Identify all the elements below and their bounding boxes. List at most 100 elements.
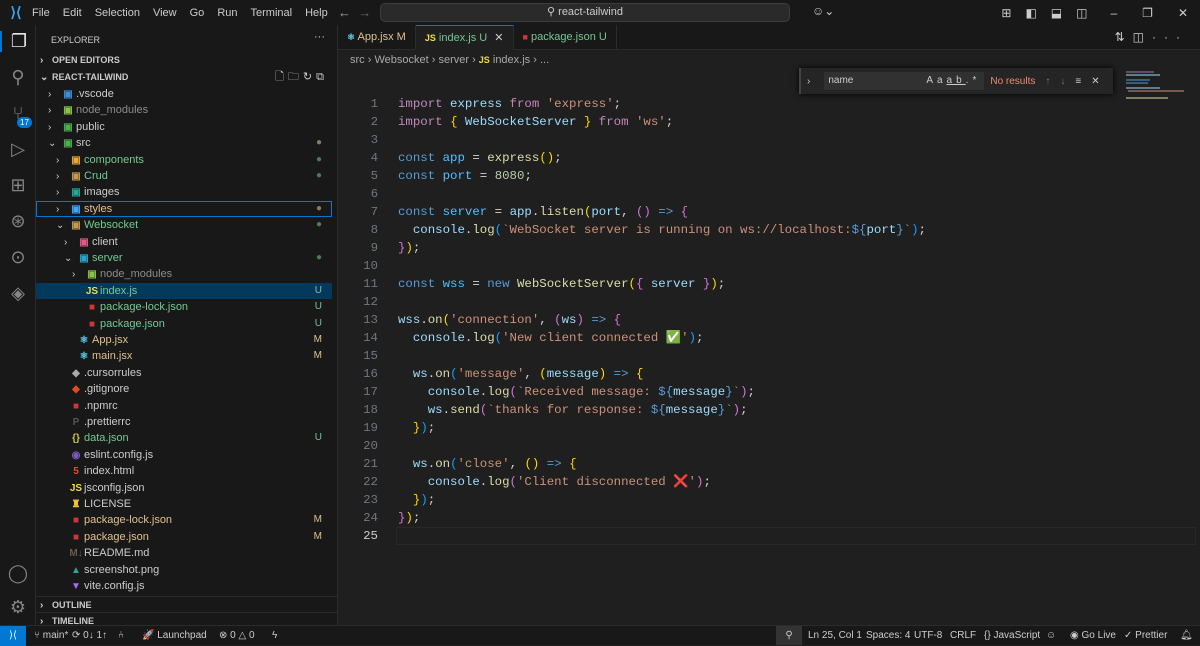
file-item[interactable]: ◆ .cursorrules <box>36 365 332 381</box>
forward-arrow-icon[interactable]: → <box>358 5 371 20</box>
explorer-icon[interactable]: ❐ <box>0 31 36 52</box>
copilot-status-icon[interactable]: ☺ <box>1046 626 1056 645</box>
next-match-icon[interactable]: ↓ <box>1060 76 1065 87</box>
file-item[interactable]: ■ package-lock.json M <box>36 512 332 528</box>
outline-section[interactable]: › OUTLINE <box>36 596 338 612</box>
git-graph-status-icon[interactable]: ⑃ <box>118 626 124 645</box>
crumb-src[interactable]: src <box>350 54 365 66</box>
search-icon[interactable]: ⚲ <box>0 67 36 88</box>
run-debug-icon[interactable]: ▷ <box>0 139 36 160</box>
folder-item[interactable]: › ▣ .vscode <box>36 86 332 102</box>
file-item[interactable]: ⚛ App.jsx M <box>36 332 332 348</box>
prettier-status[interactable]: ✓ Prettier <box>1124 626 1167 645</box>
folder-item[interactable]: › ▣ components ● <box>36 152 332 168</box>
use-regex-toggle[interactable]: .* <box>966 75 981 86</box>
collapse-all-icon[interactable]: ⧉ <box>316 71 328 83</box>
back-arrow-icon[interactable]: ← <box>338 5 351 20</box>
customize-layout-icon[interactable]: ⊞ <box>1001 6 1011 20</box>
menu-go[interactable]: Go <box>190 7 205 19</box>
folder-item[interactable]: › ▣ public <box>36 119 332 135</box>
branch-status[interactable]: ⑂ main* <box>34 626 68 645</box>
file-item[interactable]: JS index.js U <box>36 282 332 300</box>
sync-status[interactable]: ⟳ 0↓ 1↑ <box>72 626 107 645</box>
encoding[interactable]: UTF-8 <box>914 626 942 645</box>
minimize-button[interactable]: – <box>1110 6 1117 20</box>
close-find-icon[interactable]: ✕ <box>1091 76 1099 87</box>
folder-item[interactable]: › ▣ Crud ● <box>36 168 332 184</box>
folder-item[interactable]: ⌄ ▣ src ● <box>36 135 332 151</box>
restore-button[interactable]: ❐ <box>1142 6 1153 20</box>
folder-item[interactable]: › ▣ client <box>36 234 332 250</box>
plug-icon[interactable]: ϟ <box>272 626 277 645</box>
crumb-file[interactable]: index.js <box>493 54 530 66</box>
account-icon[interactable]: ◯ <box>0 563 36 584</box>
file-item[interactable]: ◆ .gitignore <box>36 381 332 397</box>
split-editor-icon[interactable]: ◫ <box>1133 30 1152 44</box>
toggle-sidebar-icon[interactable]: ◧ <box>1025 6 1036 20</box>
menu-edit[interactable]: Edit <box>63 7 82 19</box>
remote-indicator-icon[interactable]: ⟩⟨ <box>0 626 26 646</box>
zoom-icon[interactable]: ⚲ <box>776 626 802 645</box>
folder-item[interactable]: ⌄ ▣ Websocket ● <box>36 217 332 233</box>
file-item[interactable]: JS jsconfig.json <box>36 480 332 496</box>
menu-file[interactable]: File <box>32 7 50 19</box>
folder-item[interactable]: › ▣ node_modules <box>36 102 332 118</box>
menu-view[interactable]: View <box>153 7 177 19</box>
copilot-icon[interactable]: ☺⌄ <box>812 4 834 18</box>
notifications-bell-icon[interactable]: 🔔︎ <box>1180 626 1193 645</box>
cursor-position[interactable]: Ln 25, Col 1 <box>808 626 862 645</box>
tab-package-json[interactable]: ■ package.json U <box>514 25 617 50</box>
new-file-icon[interactable]: 🗋 <box>275 71 288 83</box>
menu-run[interactable]: Run <box>217 7 237 19</box>
git-graph-icon[interactable]: ⊛ <box>0 211 36 232</box>
file-item[interactable]: P .prettierrc <box>36 414 332 430</box>
file-item[interactable]: {} data.json U <box>36 430 332 446</box>
tab-App-jsx[interactable]: ⚛ App.jsx M <box>338 25 416 50</box>
find-in-selection-icon[interactable]: ≡ <box>1075 76 1081 87</box>
file-item[interactable]: ■ package-lock.json U <box>36 299 332 315</box>
line-endings[interactable]: CRLF <box>950 626 976 645</box>
folder-item[interactable]: › ▣ styles ● <box>36 200 332 218</box>
file-item[interactable]: ♜ LICENSE <box>36 496 332 512</box>
more-actions-icon[interactable]: ··· <box>314 31 325 43</box>
menu-selection[interactable]: Selection <box>95 7 140 19</box>
refresh-icon[interactable]: ↻ <box>303 71 316 83</box>
file-item[interactable]: ▲ screenshot.png <box>36 562 332 578</box>
file-item[interactable]: ◉ eslint.config.js <box>36 447 332 463</box>
file-item[interactable]: ▼ vite.config.js <box>36 578 332 594</box>
crumb-websocket[interactable]: Websocket <box>374 54 428 66</box>
editor-more-icon[interactable]: ··· <box>1152 30 1188 44</box>
open-editors-section[interactable]: › OPEN EDITORS <box>36 52 338 68</box>
project-section[interactable]: ⌄ REACT-TAILWIND 🗋🗀↻⧉ <box>36 69 338 85</box>
toggle-panel-icon[interactable]: ⬓ <box>1051 6 1062 20</box>
go-live-button[interactable]: ◉ Go Live <box>1070 626 1116 645</box>
new-folder-icon[interactable]: 🗀 <box>288 71 303 83</box>
folder-item[interactable]: › ▣ images <box>36 184 332 200</box>
folder-item[interactable]: › ▣ node_modules <box>36 266 332 282</box>
indentation[interactable]: Spaces: 4 <box>866 626 910 645</box>
crumb-server[interactable]: server <box>438 54 469 66</box>
command-center-search[interactable]: ⚲ react-tailwind <box>380 3 790 22</box>
file-item[interactable]: M↓README.md <box>36 545 332 561</box>
file-item[interactable]: ■ .npmrc <box>36 398 332 414</box>
pull-requests-icon[interactable]: ⊙ <box>0 247 36 268</box>
toggle-secondary-sidebar-icon[interactable]: ◫ <box>1076 6 1087 20</box>
toggle-replace-icon[interactable]: › <box>807 76 810 87</box>
file-item[interactable]: ■ package.json M <box>36 529 332 545</box>
extensions-icon[interactable]: ⊞ <box>0 175 36 196</box>
match-whole-word-toggle[interactable]: ab <box>947 75 966 86</box>
previous-match-icon[interactable]: ↑ <box>1045 76 1050 87</box>
source-control-icon[interactable]: ⑂ 17 <box>0 103 36 128</box>
close-tab-icon[interactable]: ✕ <box>494 32 503 44</box>
python-icon[interactable]: ◈ <box>0 283 36 304</box>
find-input[interactable]: name Aaab.* <box>824 72 985 90</box>
launchpad-status[interactable]: 🚀 Launchpad <box>142 626 207 645</box>
folder-item[interactable]: ⌄ ▣ server ● <box>36 250 332 266</box>
minimap[interactable] <box>1124 70 1184 100</box>
problems-status[interactable]: ⊗ 0 △ 0 <box>219 626 255 645</box>
menu-terminal[interactable]: Terminal <box>251 7 293 19</box>
close-window-button[interactable]: ✕ <box>1178 6 1188 20</box>
crumb-symbol[interactable]: ... <box>540 54 549 66</box>
open-changes-icon[interactable]: ⇅ <box>1115 30 1133 44</box>
match-case-toggle[interactable]: Aa <box>926 75 946 86</box>
